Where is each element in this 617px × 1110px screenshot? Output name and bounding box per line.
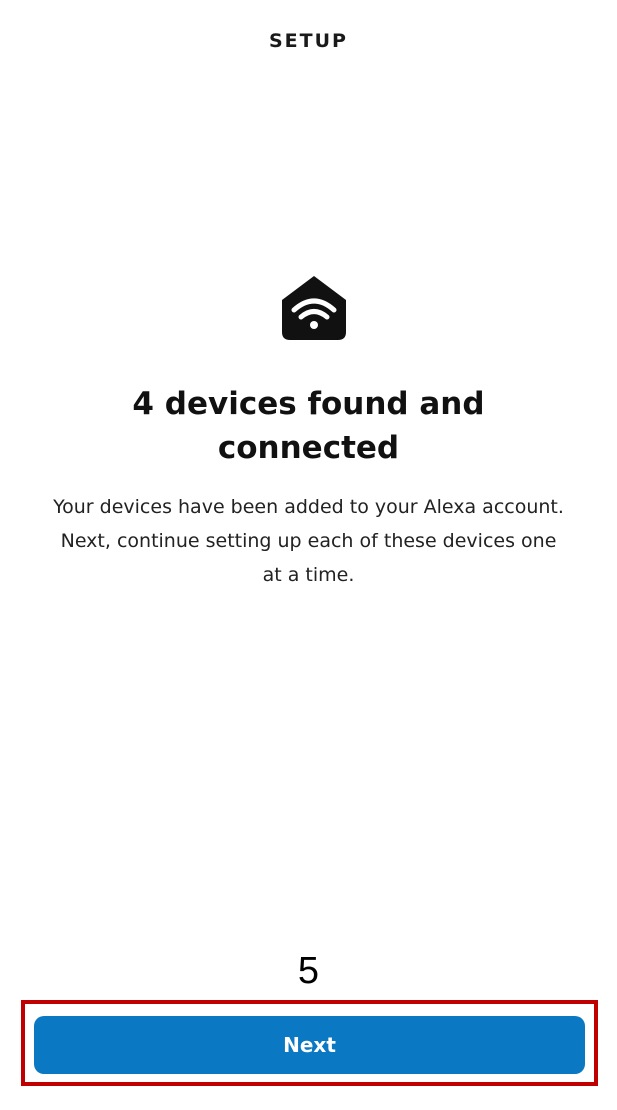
step-number-annotation: 5: [297, 950, 320, 992]
next-button[interactable]: Next: [34, 1016, 585, 1074]
headline: 4 devices found and connected: [132, 386, 485, 466]
home-wifi-icon: [278, 272, 350, 344]
description-text: Your devices have been added to your Ale…: [53, 496, 564, 586]
page-title: SETUP: [269, 30, 348, 52]
